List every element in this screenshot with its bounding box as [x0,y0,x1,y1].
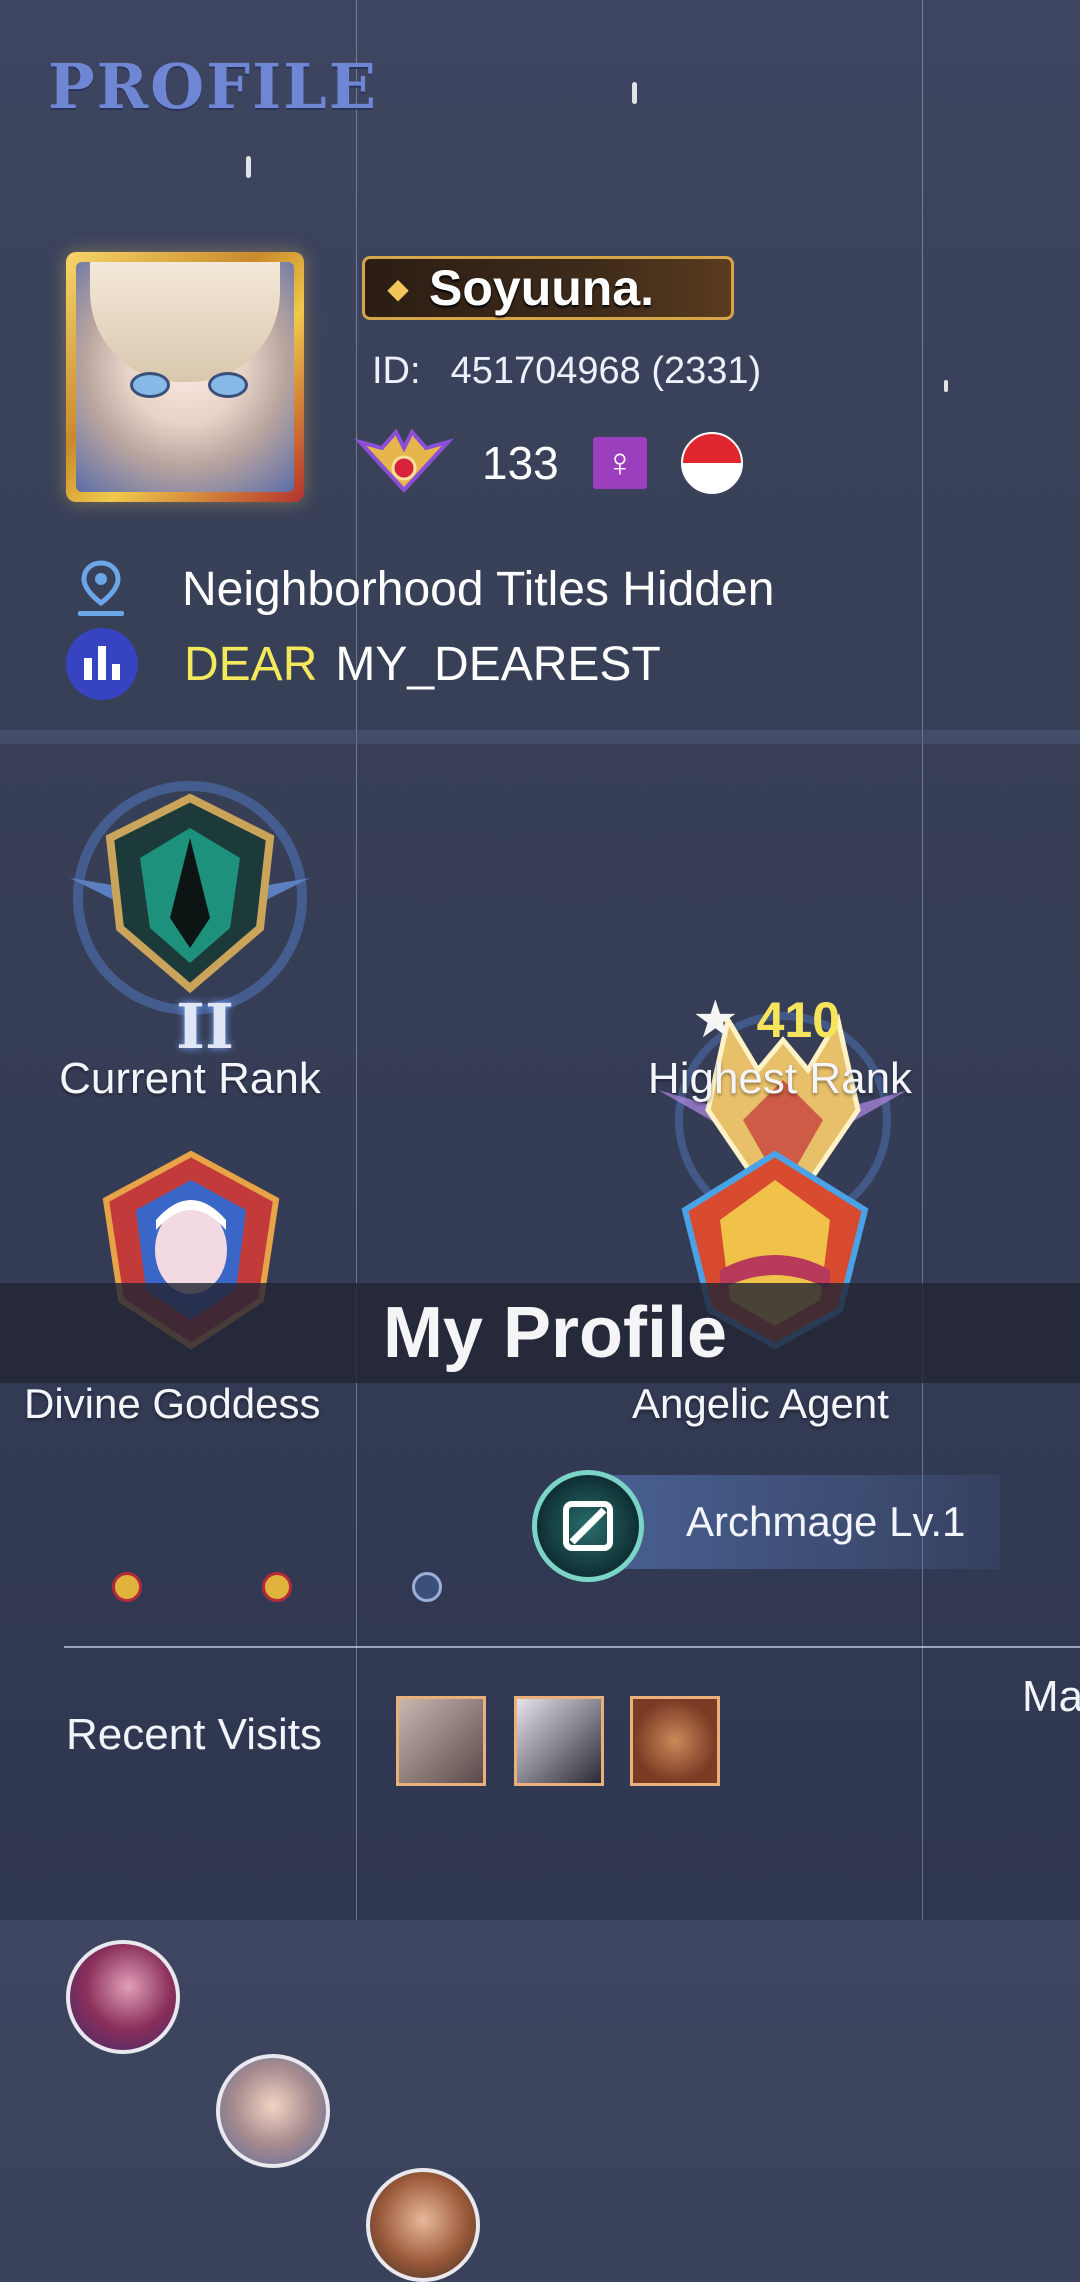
visitor-thumbnail[interactable] [396,1696,486,1786]
my-profile-banner: My Profile [0,1283,1080,1383]
mastery-badge-icon [262,1572,292,1602]
player-level: 133 [482,437,559,489]
indonesia-flag-icon [680,432,743,494]
player-id-row: ID: 451704968 (2331) [372,350,791,393]
mastery-badge-icon [112,1572,142,1602]
mastery-badge-icon [412,1572,442,1602]
avatar-portrait [76,262,294,492]
highest-rank-stars: ★ 410 [692,990,840,1050]
title-prefix: DEAR [184,637,318,691]
archmage-icon [532,1470,644,1582]
sparkle [944,380,948,392]
avatar[interactable] [66,252,304,502]
current-rank-emblem[interactable] [70,778,310,1018]
title-name: MY_DEAREST [335,637,661,691]
avatar-eye [130,372,170,398]
avatar-hair [90,262,280,382]
edge-text: Ma [1022,1672,1080,1721]
divine-goddess-label: Divine Goddess [24,1380,321,1427]
archmage-label: Archmage Lv.1 [686,1498,966,1545]
id-label: ID: [372,350,421,392]
archmage-badge[interactable]: Archmage Lv.1 [586,1475,1000,1569]
sparkle [632,82,637,104]
visitor-thumbnail[interactable] [514,1696,604,1786]
crest-icon: ◆ [387,272,409,304]
highest-rank-label: Highest Rank [647,1054,913,1103]
current-rank-label: Current Rank [59,1054,321,1103]
angelic-agent-label: Angelic Agent [632,1380,889,1427]
hero-avatar[interactable] [216,2054,330,2168]
female-icon: ♀ [592,437,647,489]
location-row: Neighborhood Titles Hidden [66,554,774,624]
hero-avatar[interactable] [366,2168,480,2282]
section-divider [0,730,1080,744]
star-icon: ★ [692,991,739,1049]
star-count: 410 [756,992,841,1048]
sparkle [246,156,251,178]
name-plate: ◆ Soyuuna. [362,256,734,320]
location-pin-icon [66,554,136,624]
stats-icon[interactable] [66,628,138,700]
recent-visits-label: Recent Visits [66,1710,322,1759]
player-name: Soyuuna. [429,260,655,316]
avatar-eye [208,372,248,398]
hero-avatar[interactable] [66,1940,180,2054]
page-title: PROFILE [48,50,379,123]
level-wings-icon [352,428,456,498]
banner-text: My Profile [382,1293,728,1373]
section-divider [64,1646,1080,1648]
visitor-thumbnail[interactable] [630,1696,720,1786]
id-value: 451704968 (2331) [450,350,762,392]
guide-line [922,0,923,1920]
title-row: DEAR MY_DEAREST [66,628,661,700]
rank-tier: II [176,990,235,1063]
player-stat-row: 133 ♀ [352,428,743,498]
location-text: Neighborhood Titles Hidden [182,562,775,616]
guide-line [356,0,357,1920]
